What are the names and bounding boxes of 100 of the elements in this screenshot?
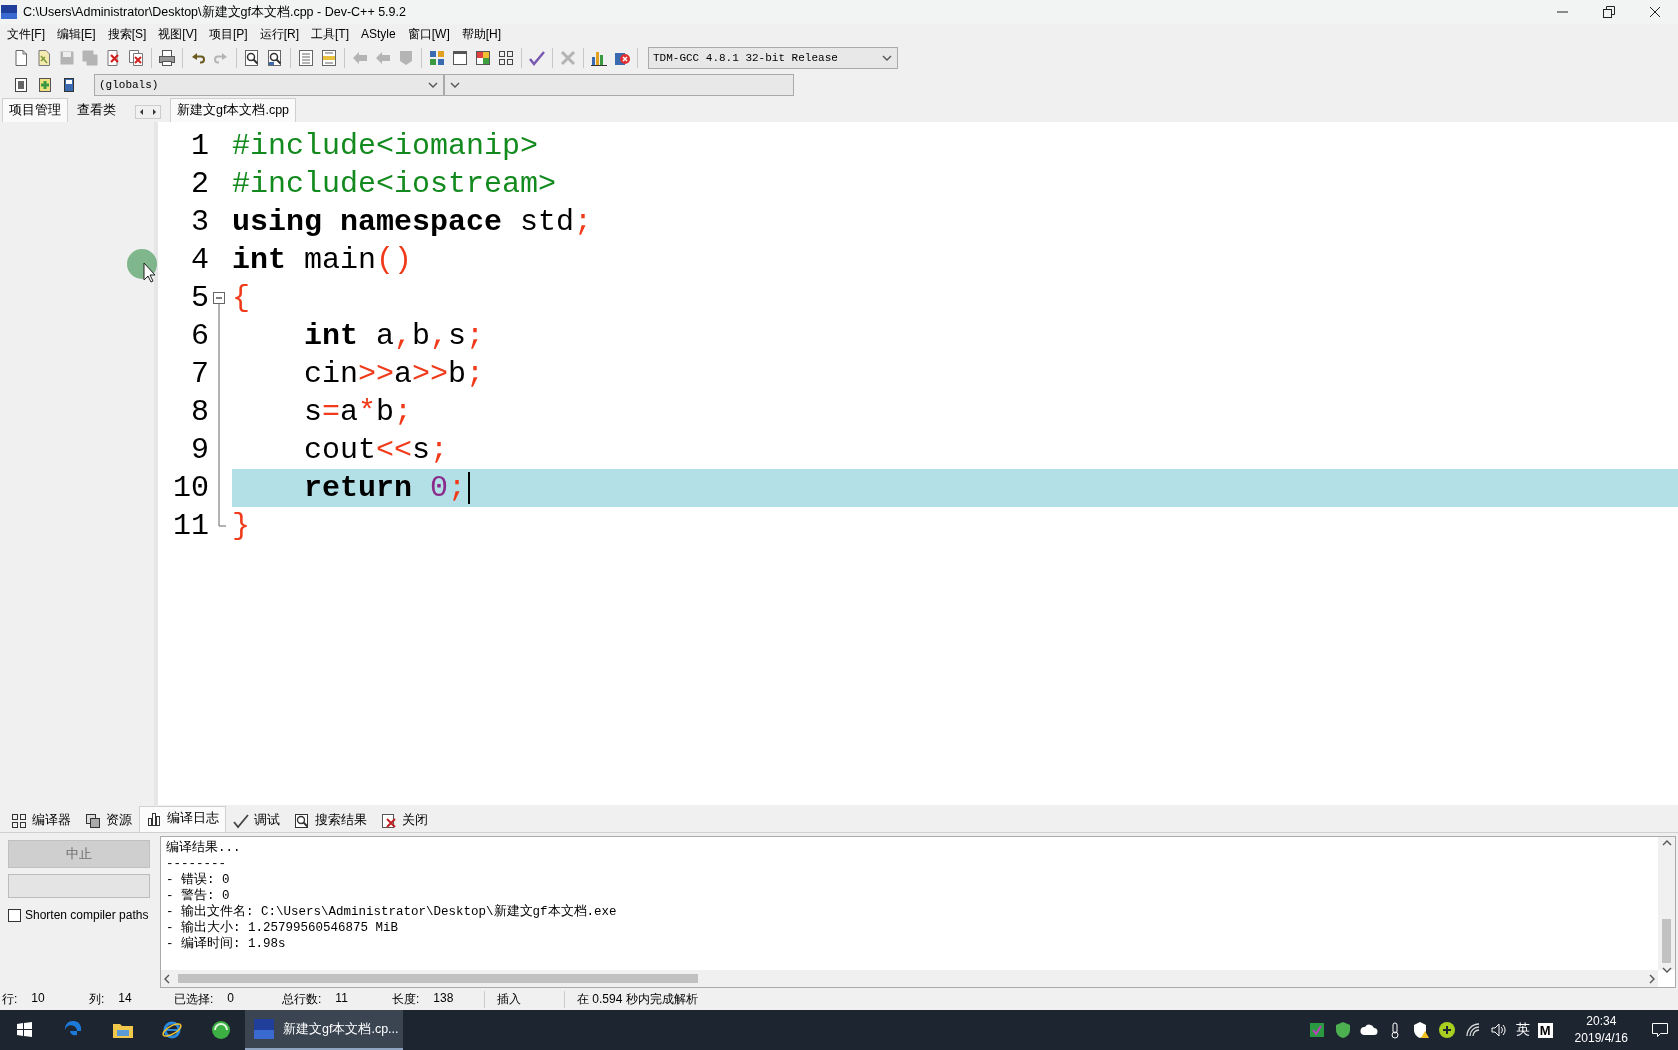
app-icon xyxy=(253,1018,275,1040)
shield-icon[interactable] xyxy=(1333,1021,1352,1039)
log-line: -------- xyxy=(166,856,226,872)
indent-icon[interactable] xyxy=(297,48,315,67)
fold-marker-icon[interactable] xyxy=(213,292,225,317)
menu-item[interactable]: 工具[T] xyxy=(306,25,357,43)
taskbar-button[interactable]: 新建文gf本文档.cp... xyxy=(245,1010,403,1050)
clock-time[interactable]: 20:34 xyxy=(1586,1013,1617,1030)
code-line: return 0; xyxy=(303,470,467,507)
close-file-icon xyxy=(381,812,397,829)
add-file-icon[interactable] xyxy=(36,75,54,94)
menu-item[interactable]: 项目[P] xyxy=(204,25,255,43)
status-value: 0 xyxy=(227,990,235,1007)
app-icon xyxy=(0,3,18,21)
line-number: 9 xyxy=(190,432,209,469)
line-number: 11 xyxy=(172,508,209,545)
close-all-icon[interactable] xyxy=(127,48,145,67)
vertical-scrollbar[interactable] xyxy=(1658,837,1675,970)
search-icon[interactable] xyxy=(243,48,261,67)
panel-tab[interactable]: 查看类 xyxy=(70,98,123,122)
status-label: 总行数: xyxy=(282,990,322,1008)
plus-circle-icon[interactable] xyxy=(1437,1021,1456,1039)
panel-tab[interactable]: 编译日志 xyxy=(139,806,226,832)
restore-icon[interactable] xyxy=(1601,4,1617,20)
copy-icon xyxy=(85,812,101,829)
log-line: - 警告: 0 xyxy=(166,888,230,904)
input-mode-indicator[interactable]: M xyxy=(1537,1022,1553,1038)
project-icon[interactable] xyxy=(12,75,30,94)
tiles-icon[interactable] xyxy=(497,48,515,67)
compiler-dropdown[interactable]: TDM-GCC 4.8.1 32-bit Release xyxy=(648,46,898,69)
panel-tab[interactable]: 调试 xyxy=(226,808,287,832)
menu-item[interactable]: 窗口[W] xyxy=(402,25,457,43)
status-label: 长度: xyxy=(392,990,420,1008)
unindent-icon[interactable] xyxy=(320,48,338,67)
scrollbar-thumb[interactable] xyxy=(178,974,698,983)
log-line: 编译结果... xyxy=(166,840,241,856)
wifi-icon[interactable] xyxy=(1463,1021,1482,1039)
grid-icon[interactable] xyxy=(428,48,446,67)
code-line: using namespace std; xyxy=(232,204,593,241)
close-file-icon[interactable] xyxy=(104,48,122,67)
log-line: - 错误: 0 xyxy=(166,872,230,888)
status-value: 10 xyxy=(31,990,45,1007)
fold-end-line xyxy=(218,507,226,527)
text-cursor xyxy=(468,472,471,504)
app-tray-icon[interactable] xyxy=(1307,1021,1326,1039)
code-line: { xyxy=(232,280,250,317)
search-icon xyxy=(294,812,310,829)
bar-chart-icon xyxy=(146,810,162,827)
menu-item[interactable]: AStyle xyxy=(356,27,403,41)
line-number: 6 xyxy=(190,318,209,355)
line-number: 10 xyxy=(172,470,209,507)
line-number: 1 xyxy=(190,128,209,165)
status-value: 14 xyxy=(118,990,132,1007)
shield-warning-icon[interactable] xyxy=(1411,1021,1430,1039)
panel-tab[interactable]: 项目管理 xyxy=(2,98,68,122)
status-message: 在 0.594 秒内完成解析 xyxy=(564,990,698,1008)
notification-icon[interactable] xyxy=(1650,1020,1670,1040)
menu-item[interactable]: 编辑[E] xyxy=(52,25,103,43)
panel-tab[interactable]: 资源 xyxy=(78,808,139,832)
status-message: 插入 xyxy=(484,990,564,1008)
printer-icon[interactable] xyxy=(158,48,176,67)
new-file-icon[interactable] xyxy=(12,48,30,67)
open-file-icon[interactable] xyxy=(35,48,53,67)
scope-dropdown[interactable]: (globals) xyxy=(94,73,444,96)
horizontal-scrollbar[interactable] xyxy=(161,970,1658,987)
window-title: C:\Users\Administrator\Desktop\新建文gf本文档.cpp - Dev-C++ 5.9.2 xyxy=(23,3,407,21)
panel-tab[interactable]: 编译器 xyxy=(4,808,78,832)
menu-item[interactable]: 视图[V] xyxy=(153,25,204,43)
input-method-indicator[interactable]: 英 xyxy=(1515,1021,1530,1039)
speaker-icon[interactable] xyxy=(1489,1021,1508,1039)
menu-item[interactable]: 文件[F] xyxy=(2,25,52,43)
menu-item[interactable]: 帮助[H] xyxy=(456,25,509,43)
grid-icon xyxy=(11,812,27,829)
code-line: int main() xyxy=(232,242,413,279)
log-line: - 编译时间: 1.98s xyxy=(166,936,286,952)
close-icon[interactable] xyxy=(1647,4,1663,20)
checkbox[interactable] xyxy=(8,908,21,922)
color-grid-icon[interactable] xyxy=(474,48,492,67)
check-icon xyxy=(233,812,249,829)
app-icon[interactable] xyxy=(209,1019,232,1041)
line-number: 7 xyxy=(190,356,209,393)
menu-item[interactable]: 搜索[S] xyxy=(102,25,154,43)
clock-date[interactable]: 2019/4/16 xyxy=(1574,1030,1628,1047)
panel-tab[interactable]: 关闭 xyxy=(374,808,435,832)
scrollbar-thumb[interactable] xyxy=(1662,919,1671,963)
status-label: 列: xyxy=(89,990,105,1008)
line-number: 8 xyxy=(190,394,209,431)
menu-item[interactable]: 运行[R] xyxy=(254,25,307,43)
status-label: 已选择: xyxy=(174,990,214,1008)
code-line: #include<iostream> xyxy=(232,166,557,203)
code-line: #include<iomanip> xyxy=(232,128,539,165)
file-tab[interactable]: 新建文gf本文档.cpp xyxy=(170,98,297,122)
line-number: 4 xyxy=(190,242,209,279)
window-icon[interactable] xyxy=(451,48,469,67)
checkbox-label: Shorten compiler paths xyxy=(25,908,149,922)
panel-tab[interactable]: 搜索结果 xyxy=(287,808,374,832)
windows-logo-icon[interactable] xyxy=(15,1021,34,1039)
log-line: - 输出文件名: C:\Users\Administrator\Desktop\新建文gf本文档.exe xyxy=(166,904,617,920)
code-line: int a,b,s; xyxy=(303,318,485,355)
find-replace-icon[interactable] xyxy=(266,48,284,67)
